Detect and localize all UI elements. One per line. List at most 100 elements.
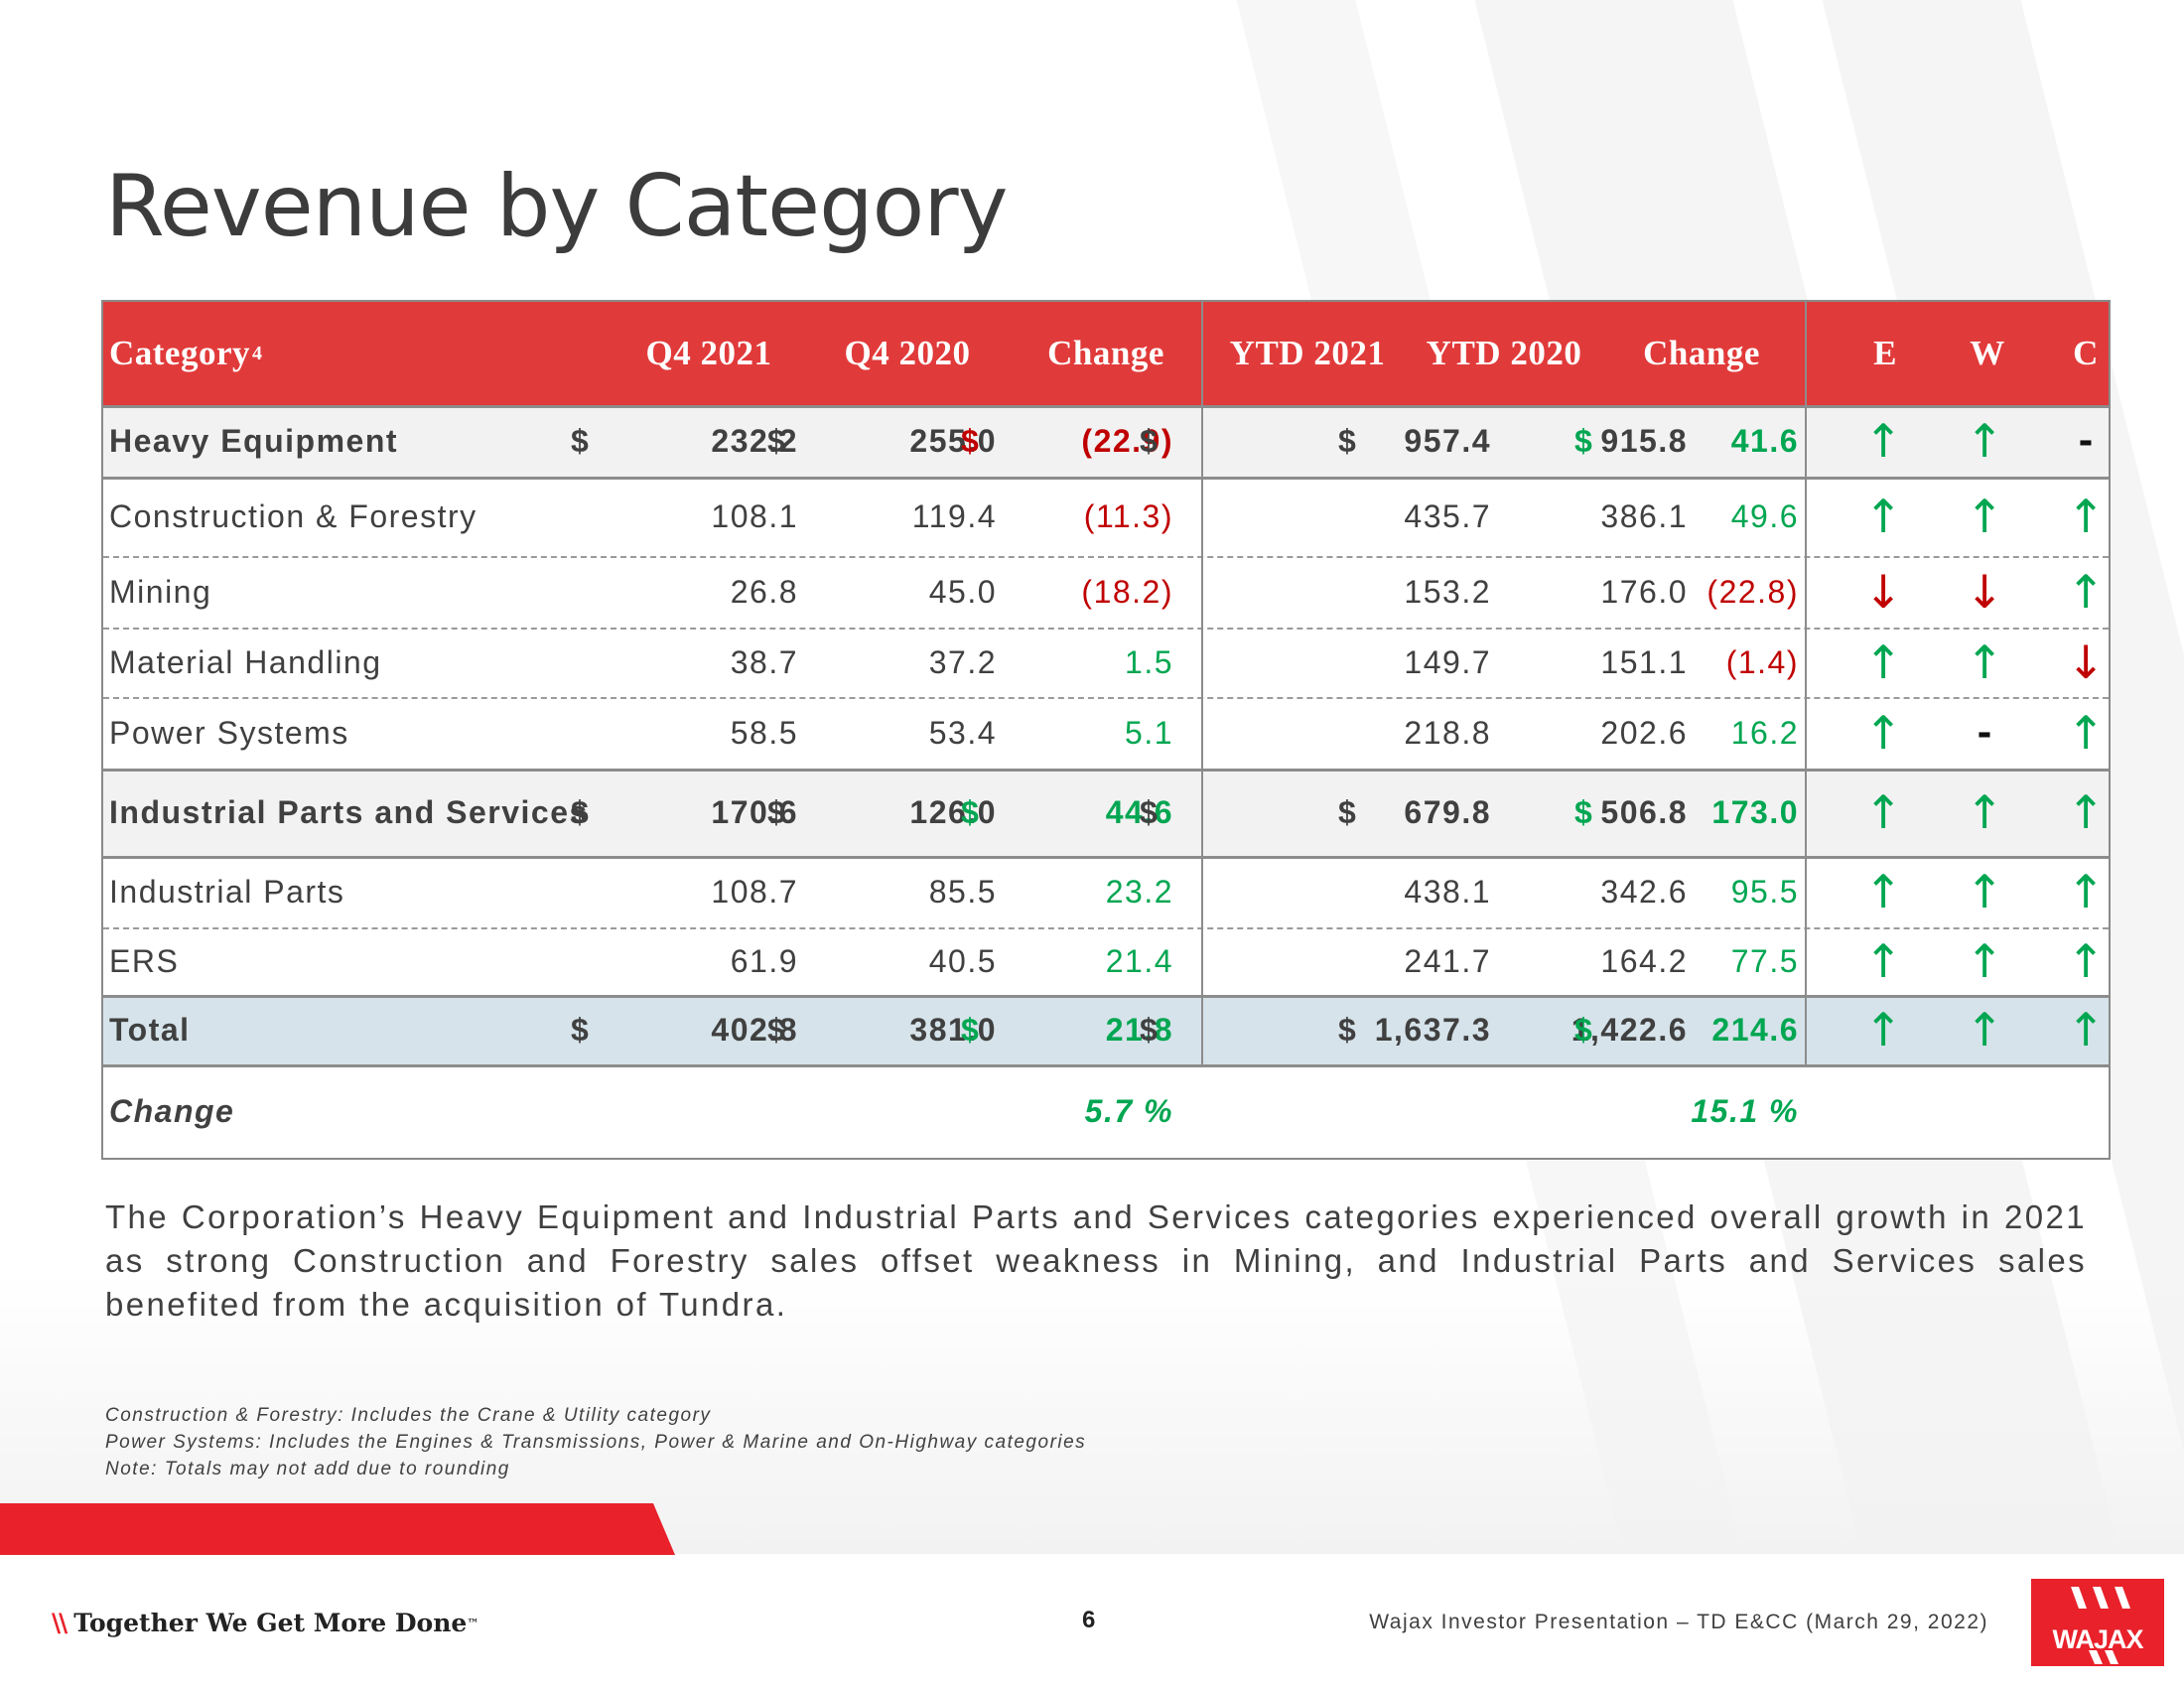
header-category: Category 4 bbox=[109, 302, 506, 405]
cell-q4-2021: 58.5 bbox=[730, 714, 798, 751]
arrow-down-icon: ↓ bbox=[1965, 565, 2004, 619]
header-category-label: Category bbox=[109, 334, 251, 372]
cell-q4-2021: 26.8 bbox=[730, 573, 798, 610]
header-ytd-2020: YTD 2020 bbox=[1426, 334, 1582, 372]
dash-icon: - bbox=[2078, 420, 2094, 462]
change-row-label: Change bbox=[109, 1092, 235, 1129]
header-ytd-change: Change bbox=[1643, 334, 1760, 372]
arrow-up-icon: ↑ bbox=[1965, 414, 2004, 468]
cell-q-change: 23.2 bbox=[1105, 873, 1173, 910]
cell-q4-2021: 108.1 bbox=[711, 497, 798, 534]
footnote: Note: Totals may not add due to rounding bbox=[105, 1459, 510, 1479]
logo-text: WAJAX bbox=[2052, 1624, 2143, 1654]
row-label: Industrial Parts and Services bbox=[109, 793, 589, 830]
cell-q4-2020: 45.0 bbox=[928, 573, 997, 610]
table-row: Industrial Parts and Services $170.6 $126.… bbox=[103, 769, 2109, 856]
row-label: Material Handling bbox=[109, 643, 382, 680]
cell-q-change: 5.1 bbox=[1125, 714, 1173, 751]
header-e: E bbox=[1873, 334, 1897, 372]
header-q4-2021: Q4 2021 bbox=[645, 334, 772, 372]
cell-q4-2021: 61.9 bbox=[730, 942, 798, 979]
row-label: ERS bbox=[109, 942, 180, 979]
dollar-sign: $ bbox=[767, 793, 787, 830]
arrow-up-icon: ↑ bbox=[1863, 414, 1903, 468]
table-row: Mining 26.8 45.0 (18.2) 153.2 176.0 (22.8) ↓ ↓ ↑ bbox=[103, 556, 2109, 628]
row-label: Total bbox=[109, 1011, 191, 1048]
summary-text: The Corporation’s Heavy Equipment and In… bbox=[105, 1198, 2087, 1323]
arrow-up-icon: ↑ bbox=[1863, 706, 1903, 760]
dash-icon: - bbox=[1977, 712, 1992, 754]
quarter-change-percent: 5.7 % bbox=[1084, 1092, 1173, 1129]
dollar-sign: $ bbox=[961, 422, 981, 459]
header-ytd-2021: YTD 2021 bbox=[1229, 334, 1386, 372]
red-accent-bar bbox=[0, 1503, 675, 1555]
dollar-sign: $ bbox=[1140, 1011, 1160, 1048]
cell-q4-2020: 53.4 bbox=[928, 714, 997, 751]
dollar-sign: $ bbox=[1140, 793, 1160, 830]
trademark-mark: ™ bbox=[467, 1616, 479, 1630]
arrow-up-icon: ↑ bbox=[1965, 934, 2004, 988]
page-number: 6 bbox=[1082, 1607, 1096, 1633]
cell-q4-2020: 85.5 bbox=[928, 873, 997, 910]
table-row: Power Systems 58.5 53.4 5.1 218.8 202.6 16.2 ↑ -… bbox=[103, 697, 2109, 769]
dollar-sign: $ bbox=[1338, 793, 1358, 830]
arrow-up-icon: ↑ bbox=[1863, 1003, 1903, 1056]
arrow-up-icon: ↑ bbox=[1965, 635, 2004, 689]
table-row-change: Change 5.7 % 15.1 % bbox=[103, 1064, 2109, 1158]
arrow-up-icon: ↑ bbox=[1965, 785, 2004, 839]
arrow-up-icon: ↑ bbox=[2066, 785, 2106, 839]
header-c: C bbox=[2073, 334, 2099, 372]
arrow-up-icon: ↑ bbox=[1863, 635, 1903, 689]
arrow-up-icon: ↑ bbox=[2066, 706, 2106, 760]
header-q4-2020: Q4 2020 bbox=[844, 334, 971, 372]
arrow-up-icon: ↑ bbox=[1863, 490, 1903, 543]
arrow-up-icon: ↑ bbox=[1863, 865, 1903, 918]
dollar-sign: $ bbox=[571, 793, 591, 830]
column-divider bbox=[1201, 302, 1203, 1064]
cell-q4-2020: 119.4 bbox=[911, 497, 997, 534]
cell-q4-2021: 108.7 bbox=[711, 873, 798, 910]
arrow-up-icon: ↑ bbox=[2066, 1003, 2106, 1056]
cell-ytd-change: (1.4) bbox=[1725, 643, 1799, 680]
table-row: Total $402.8 $381.0 $21.8 $1,637.3 $1,422.6 $2… bbox=[103, 995, 2109, 1064]
arrow-up-icon: ↑ bbox=[2066, 865, 2106, 918]
cell-ytd-change: (22.8) bbox=[1706, 573, 1799, 610]
slide-title: Revenue by Category bbox=[105, 157, 1009, 256]
footnote: Power Systems: Includes the Engines & Tr… bbox=[105, 1432, 1087, 1453]
arrow-up-icon: ↑ bbox=[1863, 785, 1903, 839]
table-row: ERS 61.9 40.5 21.4 241.7 164.2 77.5 ↑ ↑ ↑ bbox=[103, 927, 2109, 995]
table-row: Heavy Equipment $232.2 $255.0 $ (22.9) $957.4… bbox=[103, 405, 2109, 477]
table-row: Industrial Parts 108.7 85.5 23.2 438.1 342.6 9… bbox=[103, 856, 2109, 927]
dollar-sign: $ bbox=[961, 793, 981, 830]
cell-q-change: 1.5 bbox=[1125, 643, 1173, 680]
cell-ytd-change: 173.0 bbox=[1711, 793, 1799, 830]
footer-text: Wajax Investor Presentation – TD E&CC (M… bbox=[1369, 1611, 1988, 1633]
wajax-logo: WAJAX bbox=[2031, 1579, 2164, 1666]
dollar-sign: $ bbox=[961, 1011, 981, 1048]
row-label: Industrial Parts bbox=[109, 873, 345, 910]
tagline: \\ Together We Get More Done ™ bbox=[52, 1609, 478, 1637]
cell-ytd-change: 95.5 bbox=[1730, 873, 1799, 910]
dollar-sign: $ bbox=[767, 1011, 787, 1048]
arrow-up-icon: ↑ bbox=[2066, 565, 2106, 619]
arrow-up-icon: ↑ bbox=[2066, 934, 2106, 988]
arrow-down-icon: ↓ bbox=[2066, 635, 2106, 689]
revenue-table: Category 4 Q4 2021 Q4 2020 Change YTD 202… bbox=[101, 300, 2111, 1160]
arrow-up-icon: ↑ bbox=[1965, 865, 2004, 918]
column-divider bbox=[1805, 302, 1807, 1064]
cell-q4-2020: 37.2 bbox=[928, 643, 997, 680]
row-label: Mining bbox=[109, 573, 212, 610]
footnotes: Construction & Forestry: Includes the Cr… bbox=[105, 1402, 1086, 1482]
dollar-sign: $ bbox=[571, 422, 591, 459]
row-label: Heavy Equipment bbox=[109, 422, 399, 459]
cell-ytd-change: 77.5 bbox=[1730, 942, 1799, 979]
cell-ytd-change: 214.6 bbox=[1711, 1011, 1799, 1048]
header-w: W bbox=[1970, 334, 2005, 372]
dollar-sign: $ bbox=[571, 1011, 591, 1048]
table-header-row: Category 4 Q4 2021 Q4 2020 Change YTD 202… bbox=[103, 302, 2109, 405]
arrow-up-icon: ↑ bbox=[1965, 490, 2004, 543]
ytd-change-percent: 15.1 % bbox=[1691, 1092, 1799, 1129]
table-row: Material Handling 38.7 37.2 1.5 149.7 151.1 (1… bbox=[103, 628, 2109, 697]
arrow-up-icon: ↑ bbox=[1965, 1003, 2004, 1056]
table-row: Construction & Forestry 108.1 119.4 (11.3) 4… bbox=[103, 477, 2109, 556]
